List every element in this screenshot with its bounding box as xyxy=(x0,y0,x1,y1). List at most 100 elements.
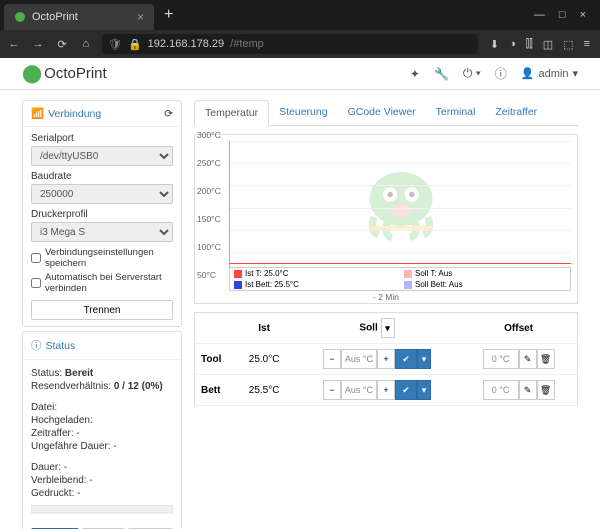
target-apply[interactable]: ✔ xyxy=(395,380,417,400)
close-icon[interactable]: × xyxy=(137,10,144,24)
y-tick: 100°C xyxy=(197,242,221,252)
tool-actual-line xyxy=(230,263,571,264)
save-settings-checkbox[interactable]: Verbindungseinstellungen speichern xyxy=(31,247,173,269)
offset-value[interactable]: 0 °C xyxy=(483,349,519,369)
signal-icon: 📶 xyxy=(31,107,44,120)
chevron-down-icon: ▾ xyxy=(572,67,578,80)
profile-select[interactable]: i3 Mega S xyxy=(31,222,173,242)
target-dropdown[interactable]: ▾ xyxy=(381,318,395,338)
tab-bar: OctoPrint × + — □ × xyxy=(0,0,600,30)
home-icon[interactable]: ⌂ xyxy=(78,38,94,50)
offset-edit[interactable]: ✎ xyxy=(519,380,537,400)
profile-label: Druckerprofil xyxy=(31,209,173,220)
y-tick: 150°C xyxy=(197,214,221,224)
url-bar[interactable]: 🛡 🔒 192.168.178.29 /#temp xyxy=(102,34,478,54)
page-content: ⬤ OctoPrint ✦ 🔧 ⏻ ▾ ⓘ 👤 admin ▾ 📶 Verbin… xyxy=(0,58,600,529)
url-path: /#temp xyxy=(230,38,264,50)
library-icon[interactable]: ⫿⫿ xyxy=(526,38,533,51)
temperature-chart[interactable]: Ist T: 25.0°CSoll T: AusIst Bett: 25.5°C… xyxy=(194,134,578,304)
legend-item[interactable]: Ist Bett: 25.5°C xyxy=(230,279,400,290)
baudrate-label: Baudrate xyxy=(31,171,173,182)
chart-legend: Ist T: 25.0°CSoll T: AusIst Bett: 25.5°C… xyxy=(229,267,571,291)
extension-icon[interactable]: ⬚ xyxy=(563,38,573,51)
baudrate-select[interactable]: 250000 xyxy=(31,184,173,204)
target-plus[interactable]: + xyxy=(377,380,395,400)
serialport-label: Serialport xyxy=(31,133,173,144)
shield-icon: 🛡 xyxy=(108,38,122,51)
url-host: 192.168.178.29 xyxy=(148,38,224,50)
row-actual: 25.0°C xyxy=(235,344,294,375)
y-tick: 300°C xyxy=(197,130,221,140)
target-plus[interactable]: + xyxy=(377,349,395,369)
target-dropdown[interactable]: ▾ xyxy=(417,349,431,369)
temp-row: Bett25.5°C−Aus °C+✔▾0 °C✎🗑 xyxy=(195,375,578,406)
row-actual: 25.5°C xyxy=(235,375,294,406)
tab-gcode[interactable]: GCode Viewer xyxy=(338,100,426,125)
disconnect-button[interactable]: Trennen xyxy=(31,300,173,320)
offset-delete[interactable]: 🗑 xyxy=(537,380,555,400)
lock-insecure-icon: 🔒 xyxy=(128,38,142,51)
autoconnect-checkbox[interactable]: Automatisch bei Serverstart verbinden xyxy=(31,272,173,294)
maximize-icon[interactable]: □ xyxy=(559,9,566,21)
back-icon[interactable]: ← xyxy=(6,38,22,50)
user-icon: 👤 xyxy=(521,67,535,80)
nav-bar: ← → ⟳ ⌂ 🛡 🔒 192.168.178.29/#temp ⬇ ◑ ⫿⫿ … xyxy=(0,30,600,58)
logo[interactable]: ⬤ OctoPrint xyxy=(22,63,107,84)
tab-bar: Temperatur Steuerung GCode Viewer Termin… xyxy=(194,100,578,126)
tab-terminal[interactable]: Terminal xyxy=(426,100,486,125)
reload-icon[interactable]: ⟳ xyxy=(54,38,70,51)
forward-icon[interactable]: → xyxy=(30,38,46,50)
connection-title: Verbindung xyxy=(48,108,101,120)
octopus-watermark xyxy=(351,158,451,248)
th-target: Soll ▾ xyxy=(294,313,461,344)
menu-icon[interactable]: ≡ xyxy=(584,38,590,51)
offset-edit[interactable]: ✎ xyxy=(519,349,537,369)
legend-item[interactable]: Ist T: 25.0°C xyxy=(230,268,400,279)
target-dropdown[interactable]: ▾ xyxy=(417,380,431,400)
browser-tab[interactable]: OctoPrint × xyxy=(4,4,154,30)
tab-timelapse[interactable]: Zeitraffer xyxy=(485,100,547,125)
target-value[interactable]: Aus °C xyxy=(341,380,377,400)
new-tab-button[interactable]: + xyxy=(154,6,183,24)
offset-delete[interactable]: 🗑 xyxy=(537,349,555,369)
user-label: admin xyxy=(539,68,569,80)
sidebar-icon[interactable]: ◫ xyxy=(543,38,553,51)
info-icon[interactable]: ⓘ xyxy=(495,65,507,82)
target-value[interactable]: Aus °C xyxy=(341,349,377,369)
account-icon[interactable]: ◑ xyxy=(509,38,516,51)
y-tick: 50°C xyxy=(197,270,216,280)
tab-control[interactable]: Steuerung xyxy=(269,100,337,125)
status-title: Status xyxy=(46,340,76,352)
window-controls: — □ × xyxy=(524,9,596,21)
status-header[interactable]: ⓘ Status xyxy=(23,332,181,360)
connection-header[interactable]: 📶 Verbindung ⟳ xyxy=(23,101,181,127)
offset-value[interactable]: 0 °C xyxy=(483,380,519,400)
target-minus[interactable]: − xyxy=(323,380,341,400)
target-apply[interactable]: ✔ xyxy=(395,349,417,369)
serialport-select[interactable]: /dev/ttyUSB0 xyxy=(31,146,173,166)
refresh-icon[interactable]: ⟳ xyxy=(164,108,173,120)
app-name: OctoPrint xyxy=(44,65,107,82)
y-tick: 200°C xyxy=(197,186,221,196)
close-window-icon[interactable]: × xyxy=(580,9,586,21)
connection-panel: 📶 Verbindung ⟳ Serialport /dev/ttyUSB0 B… xyxy=(22,100,182,327)
announcement-icon[interactable]: ✦ xyxy=(410,67,420,81)
legend-item[interactable]: Soll T: Aus xyxy=(400,268,570,279)
power-icon[interactable]: ⏻ ▾ xyxy=(463,66,481,81)
download-icon[interactable]: ⬇ xyxy=(490,38,499,51)
y-tick: 250°C xyxy=(197,158,221,168)
target-minus[interactable]: − xyxy=(323,349,341,369)
browser-chrome: OctoPrint × + — □ × ← → ⟳ ⌂ 🛡 🔒 192.168.… xyxy=(0,0,600,58)
user-menu[interactable]: 👤 admin ▾ xyxy=(521,67,578,80)
status-panel: ⓘ Status Status: Bereit Resendverhältnis… xyxy=(22,331,182,529)
tab-temperature[interactable]: Temperatur xyxy=(194,100,269,126)
minimize-icon[interactable]: — xyxy=(534,9,545,21)
app-header: ⬤ OctoPrint ✦ 🔧 ⏻ ▾ ⓘ 👤 admin ▾ xyxy=(0,58,600,90)
octoprint-logo-icon: ⬤ xyxy=(22,63,42,84)
tab-title: OctoPrint xyxy=(32,11,78,23)
settings-icon[interactable]: 🔧 xyxy=(434,67,449,81)
legend-item[interactable]: Soll Bett: Aus xyxy=(400,279,570,290)
th-offset: Offset xyxy=(460,313,577,344)
info-icon: ⓘ xyxy=(31,338,42,353)
th-actual: Ist xyxy=(235,313,294,344)
